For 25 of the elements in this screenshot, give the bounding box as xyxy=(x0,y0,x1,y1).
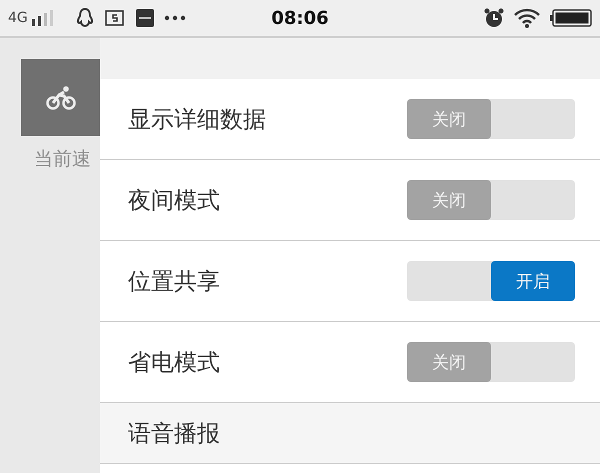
toggle-switch[interactable]: 开启 xyxy=(407,261,575,301)
clock-time: 08:06 xyxy=(271,8,329,28)
toggle-switch[interactable]: 关闭 xyxy=(407,99,575,139)
toggle-switch[interactable]: 关闭 xyxy=(407,342,575,382)
setting-label: 夜间模式 xyxy=(128,186,220,216)
network-label: 4G xyxy=(8,10,28,26)
cycling-tab[interactable] xyxy=(21,59,100,136)
toggle-knob: 关闭 xyxy=(407,99,491,139)
wifi-icon xyxy=(514,8,540,28)
setting-label: 位置共享 xyxy=(128,268,220,296)
battery-icon xyxy=(550,9,592,27)
speed-label: 当前速 xyxy=(34,147,91,172)
toggle-knob: 关闭 xyxy=(407,342,491,382)
setting-label: 省电模式 xyxy=(128,348,220,378)
setting-label: 显示详细数据 xyxy=(128,106,266,134)
section-title: 语音播报 xyxy=(128,420,220,448)
alarm-icon xyxy=(484,8,504,28)
cyclist-icon xyxy=(46,86,76,110)
penguin-icon xyxy=(76,8,94,28)
toggle-knob: 开启 xyxy=(491,261,575,301)
app-icon xyxy=(136,9,154,27)
toggle-knob: 关闭 xyxy=(407,180,491,220)
screenshot-icon xyxy=(104,8,126,28)
more-icon xyxy=(164,15,186,21)
toggle-switch[interactable]: 关闭 xyxy=(407,180,575,220)
